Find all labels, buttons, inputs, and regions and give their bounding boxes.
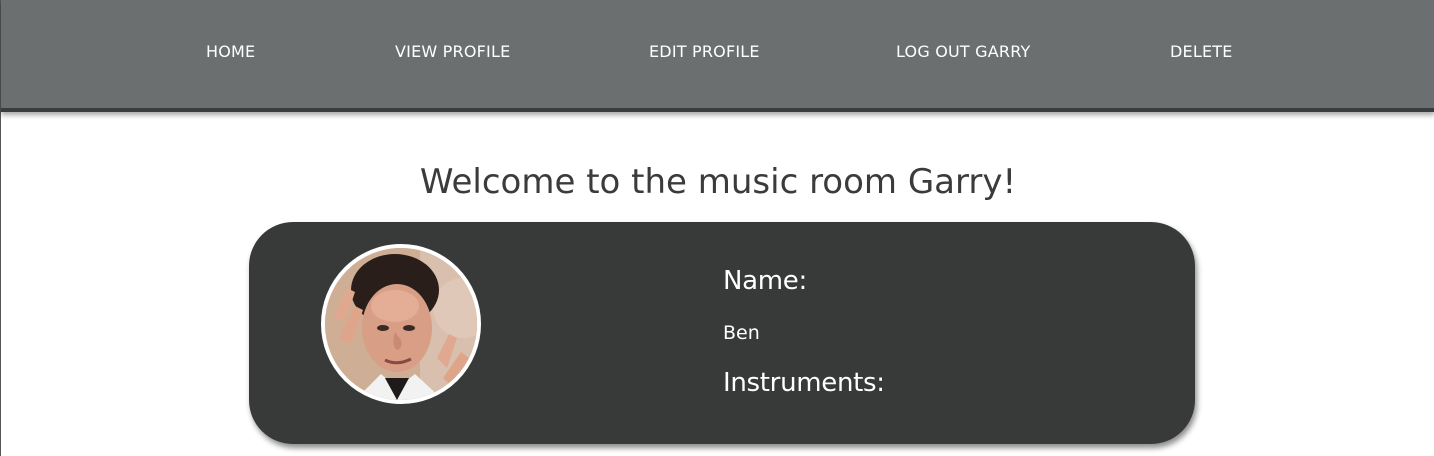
profile-card: Name: Ben Instruments: (249, 222, 1195, 444)
top-navbar: HOME VIEW PROFILE EDIT PROFILE LOG OUT G… (1, 0, 1434, 112)
name-value: Ben (723, 322, 760, 344)
avatar-photo (325, 248, 477, 400)
name-label: Name: (723, 266, 807, 296)
nav-delete-link[interactable]: DELETE (1170, 42, 1233, 61)
nav-view-profile-link[interactable]: VIEW PROFILE (395, 42, 510, 61)
nav-edit-profile-link[interactable]: EDIT PROFILE (649, 42, 760, 61)
nav-home-link[interactable]: HOME (206, 42, 255, 61)
welcome-heading: Welcome to the music room Garry! (419, 162, 1017, 202)
instruments-label: Instruments: (723, 368, 885, 398)
page: HOME VIEW PROFILE EDIT PROFILE LOG OUT G… (0, 0, 1434, 456)
avatar (321, 244, 481, 404)
nav-logout-link[interactable]: LOG OUT GARRY (896, 42, 1031, 61)
